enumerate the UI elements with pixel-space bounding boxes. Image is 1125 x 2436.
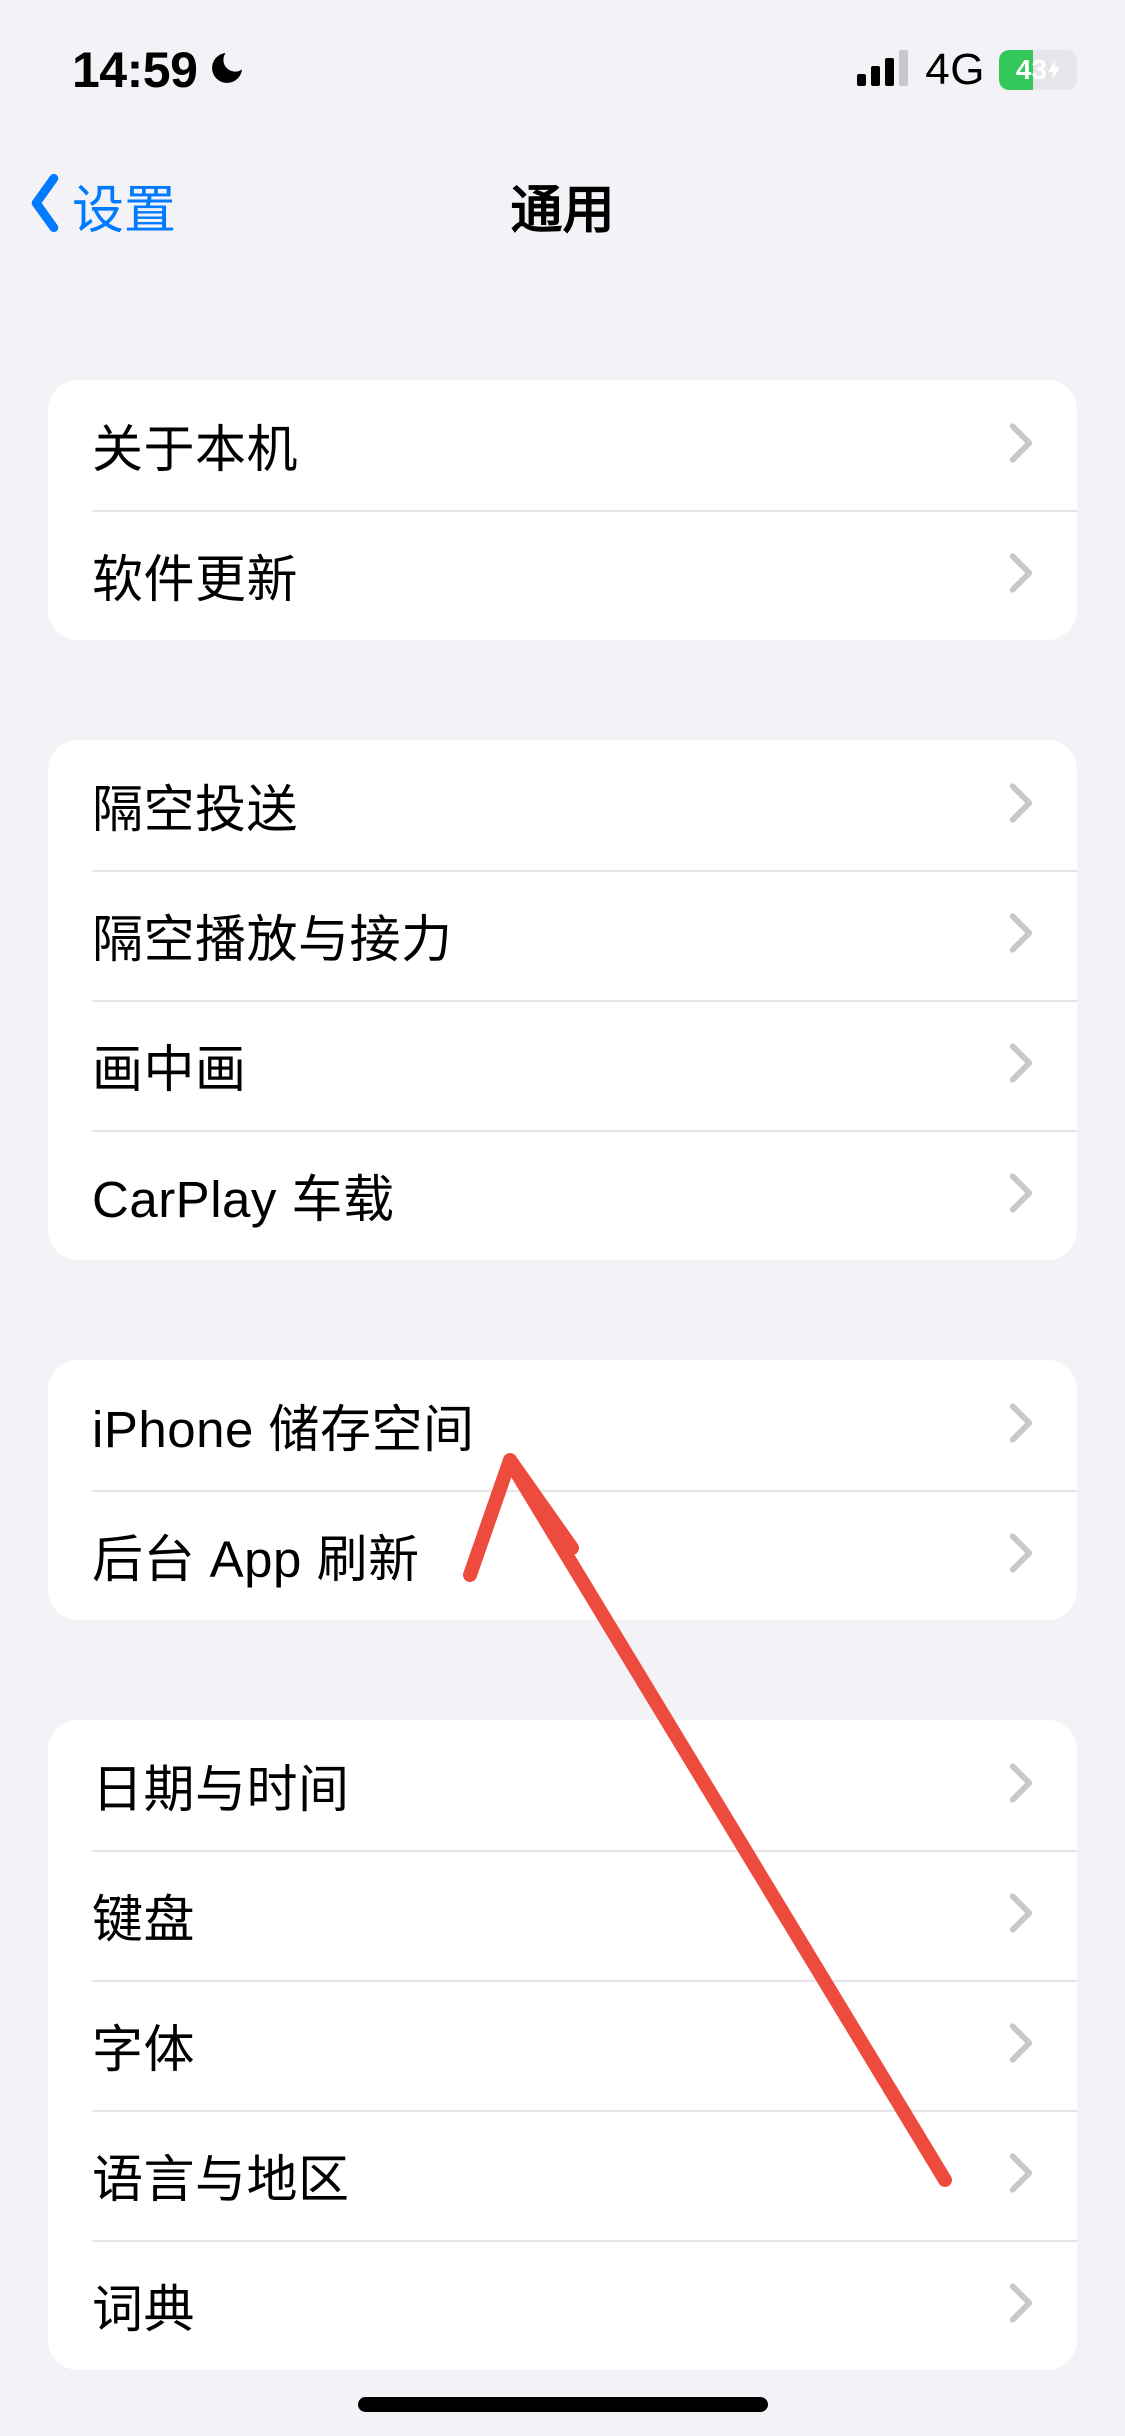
chevron-right-icon <box>1009 2153 1033 2198</box>
chevron-right-icon <box>1009 1173 1033 1218</box>
back-button[interactable]: 设置 <box>0 168 176 243</box>
row-date-time[interactable]: 日期与时间 <box>48 1720 1077 1850</box>
row-background-app-refresh[interactable]: 后台 App 刷新 <box>48 1490 1077 1620</box>
row-keyboard[interactable]: 键盘 <box>48 1850 1077 1980</box>
chevron-right-icon <box>1009 1043 1033 1088</box>
row-software-update[interactable]: 软件更新 <box>48 510 1077 640</box>
row-label: 画中画 <box>92 1028 1009 1102</box>
chevron-right-icon <box>1009 1893 1033 1938</box>
group-storage: iPhone 储存空间 后台 App 刷新 <box>48 1360 1077 1620</box>
row-label: CarPlay 车载 <box>92 1158 1009 1232</box>
row-label: 日期与时间 <box>92 1748 1009 1822</box>
group-about: 关于本机 软件更新 <box>48 380 1077 640</box>
status-time: 14:59 <box>72 41 197 99</box>
chevron-right-icon <box>1009 1763 1033 1808</box>
back-label: 设置 <box>72 168 176 243</box>
battery-percent: 43 <box>1016 54 1047 86</box>
row-label: iPhone 储存空间 <box>92 1388 1009 1462</box>
row-label: 键盘 <box>92 1878 1009 1952</box>
row-dictionary[interactable]: 词典 <box>48 2240 1077 2370</box>
cellular-signal-icon <box>857 50 911 91</box>
battery-icon: 43 <box>999 50 1077 90</box>
status-bar: 14:59 4G 43 <box>0 0 1125 140</box>
row-label: 语言与地区 <box>92 2138 1009 2212</box>
status-right: 4G 43 <box>857 45 1077 95</box>
status-left: 14:59 <box>72 41 247 99</box>
row-picture-in-picture[interactable]: 画中画 <box>48 1000 1077 1130</box>
chevron-right-icon <box>1009 423 1033 468</box>
chevron-right-icon <box>1009 783 1033 828</box>
row-label: 词典 <box>92 2268 1009 2342</box>
row-fonts[interactable]: 字体 <box>48 1980 1077 2110</box>
navigation-bar: 设置 通用 <box>0 140 1125 270</box>
row-label: 隔空播放与接力 <box>92 898 1009 972</box>
group-datetime: 日期与时间 键盘 字体 语言与地区 词典 <box>48 1720 1077 2370</box>
row-airplay-handoff[interactable]: 隔空播放与接力 <box>48 870 1077 1000</box>
row-label: 软件更新 <box>92 538 1009 612</box>
row-label: 字体 <box>92 2008 1009 2082</box>
row-airdrop[interactable]: 隔空投送 <box>48 740 1077 870</box>
network-type: 4G <box>925 45 985 95</box>
row-language-region[interactable]: 语言与地区 <box>48 2110 1077 2240</box>
settings-content: 关于本机 软件更新 隔空投送 隔空播放与接力 画中画 <box>0 380 1125 2370</box>
row-carplay[interactable]: CarPlay 车载 <box>48 1130 1077 1260</box>
home-indicator <box>358 2397 768 2412</box>
row-label: 后台 App 刷新 <box>92 1518 1009 1592</box>
chevron-left-icon <box>26 173 64 238</box>
chevron-right-icon <box>1009 1533 1033 1578</box>
row-label: 关于本机 <box>92 408 1009 482</box>
row-label: 隔空投送 <box>92 768 1009 842</box>
chevron-right-icon <box>1009 1403 1033 1448</box>
row-about[interactable]: 关于本机 <box>48 380 1077 510</box>
chevron-right-icon <box>1009 913 1033 958</box>
row-iphone-storage[interactable]: iPhone 储存空间 <box>48 1360 1077 1490</box>
chevron-right-icon <box>1009 553 1033 598</box>
group-airdrop: 隔空投送 隔空播放与接力 画中画 CarPlay 车载 <box>48 740 1077 1260</box>
chevron-right-icon <box>1009 2023 1033 2068</box>
chevron-right-icon <box>1009 2283 1033 2328</box>
moon-icon <box>207 48 247 93</box>
